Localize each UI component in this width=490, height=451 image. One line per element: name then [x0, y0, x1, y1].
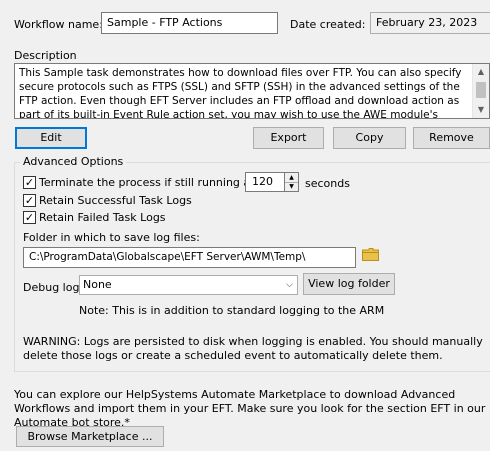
retain-successful-label: Retain Successful Task Logs	[39, 194, 192, 207]
description-textarea[interactable]: This Sample task demonstrates how to dow…	[14, 63, 490, 119]
seconds-label: seconds	[305, 177, 350, 190]
terminate-seconds-input[interactable]: 120	[245, 172, 285, 192]
view-log-folder-button[interactable]: View log folder	[303, 273, 395, 295]
date-created-label: Date created:	[290, 18, 366, 31]
retain-successful-checkbox[interactable]: ✓	[23, 194, 36, 207]
debug-log-select[interactable]: None ⌵	[79, 275, 298, 295]
edit-button[interactable]: Edit	[15, 127, 87, 149]
retain-failed-checkbox[interactable]: ✓	[23, 211, 36, 224]
terminate-label: Terminate the process if still running a…	[39, 176, 270, 189]
export-button[interactable]: Export	[253, 127, 324, 149]
scroll-thumb[interactable]	[476, 82, 486, 98]
browse-marketplace-button[interactable]: Browse Marketplace ...	[16, 426, 164, 447]
terminate-checkbox[interactable]: ✓	[23, 176, 36, 189]
remove-button[interactable]: Remove	[413, 127, 490, 149]
advanced-options-title: Advanced Options	[20, 155, 127, 168]
folder-icon[interactable]	[362, 248, 379, 261]
workflow-name-input[interactable]: Sample - FTP Actions	[101, 12, 278, 34]
description-scrollbar[interactable]: ▲ ▼	[472, 64, 489, 118]
date-created-field: February 23, 2023	[370, 12, 490, 34]
scroll-up-icon[interactable]: ▲	[473, 64, 489, 80]
checkmark-icon: ✓	[24, 194, 35, 207]
log-folder-input[interactable]: C:\ProgramData\Globalscape\EFT Server\AW…	[23, 247, 356, 268]
description-label: Description	[14, 49, 77, 62]
terminate-spinner[interactable]: ▲ ▼	[284, 172, 299, 192]
scroll-down-icon[interactable]: ▼	[473, 102, 489, 118]
checkmark-icon: ✓	[24, 176, 35, 189]
debug-log-value: None	[83, 278, 112, 291]
copy-button[interactable]: Copy	[333, 127, 406, 149]
debug-log-label: Debug log:	[23, 281, 84, 294]
logging-note: Note: This is in addition to standard lo…	[79, 304, 385, 317]
workflow-name-label: Workflow name:*	[14, 18, 109, 31]
retain-failed-label: Retain Failed Task Logs	[39, 211, 166, 224]
checkmark-icon: ✓	[24, 211, 35, 224]
spin-down-icon[interactable]: ▼	[285, 182, 298, 191]
marketplace-text: You can explore our HelpSystems Automate…	[14, 388, 486, 429]
description-text: This Sample task demonstrates how to dow…	[19, 67, 462, 119]
logging-warning: WARNING: Logs are persisted to disk when…	[23, 335, 483, 362]
log-folder-label: Folder in which to save log files:	[23, 231, 200, 244]
chevron-down-icon: ⌵	[286, 280, 293, 290]
